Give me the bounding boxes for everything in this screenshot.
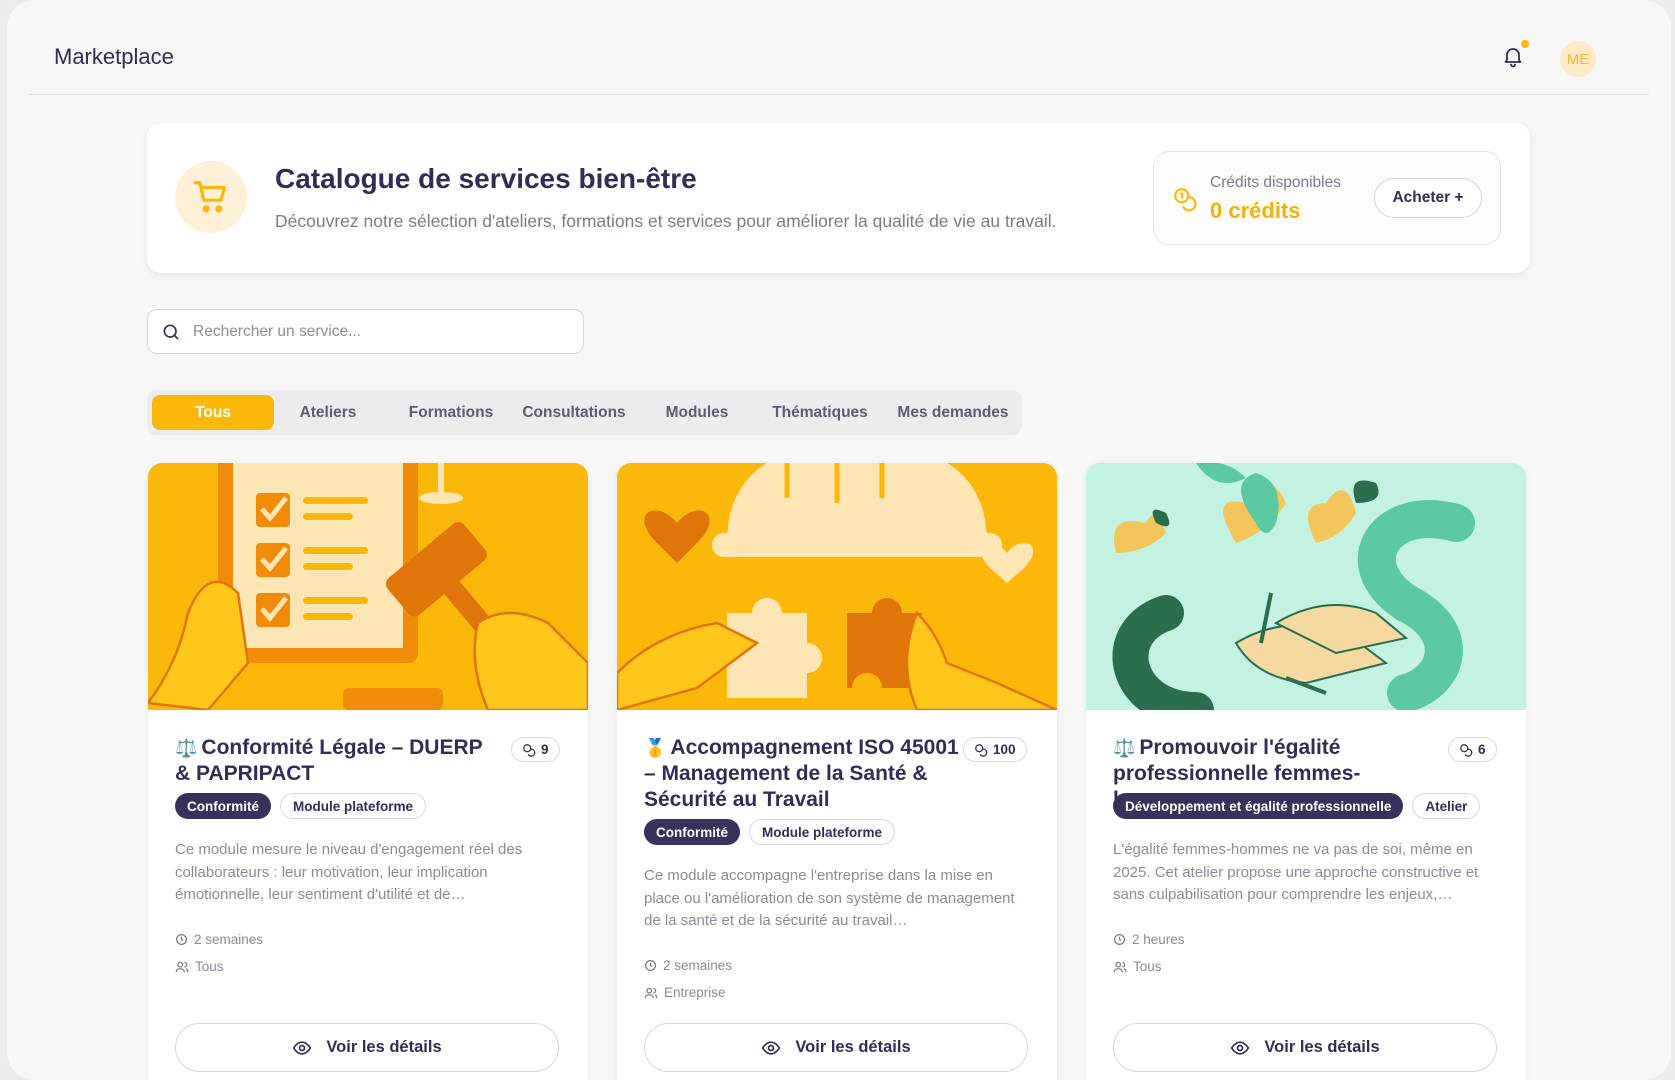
view-details-button[interactable]: Voir les détails xyxy=(175,1023,559,1072)
clock-icon xyxy=(1113,933,1126,946)
eye-icon xyxy=(1231,1040,1250,1055)
card-audience: Tous xyxy=(1113,959,1162,974)
count-value: 6 xyxy=(1478,742,1486,757)
tab-ateliers[interactable]: Ateliers xyxy=(267,395,389,430)
card-audience: Entreprise xyxy=(644,985,726,1000)
count-badge: 6 xyxy=(1448,737,1497,762)
users-icon xyxy=(644,987,658,998)
tag-category: Développement et égalité professionnelle xyxy=(1113,793,1404,819)
catalogue-subtitle: Découvrez notre sélection d'ateliers, fo… xyxy=(275,211,1057,231)
search-input[interactable] xyxy=(193,310,573,353)
coins-icon xyxy=(1460,743,1473,757)
app-window: Marketplace ME Catalogue de services bie… xyxy=(7,0,1671,1080)
card-duration: 2 heures xyxy=(1113,932,1185,947)
card-duration: 2 semaines xyxy=(644,958,732,973)
service-card[interactable]: 🥇 Accompagnement ISO 45001 – Management d… xyxy=(617,463,1057,1080)
service-card[interactable]: ⚖️ Promouvoir l'égalité professionnelle f… xyxy=(1086,463,1526,1080)
card-emoji: ⚖️ xyxy=(175,738,198,758)
duration-text: 2 heures xyxy=(1132,932,1185,947)
audience-text: Tous xyxy=(1133,959,1162,974)
tab-modules[interactable]: Modules xyxy=(636,395,758,430)
tag-category: Conformité xyxy=(644,819,740,845)
category-tabs: Tous Ateliers Formations Consultations M… xyxy=(147,390,1022,435)
tab-consultations[interactable]: Consultations xyxy=(513,395,635,430)
card-title: ⚖️ Conformité Légale – DUERP & PAPRIPACT xyxy=(175,735,493,787)
service-card[interactable]: ⚖️ Conformité Légale – DUERP & PAPRIPACT … xyxy=(148,463,588,1080)
tab-mes-demandes[interactable]: Mes demandes xyxy=(892,395,1014,430)
bell-icon[interactable] xyxy=(1501,44,1525,68)
users-icon xyxy=(1113,961,1127,972)
notification-dot xyxy=(1521,40,1529,48)
catalogue-title: Catalogue de services bien-être xyxy=(275,163,697,194)
credits-panel: Crédits disponibles 0 crédits Acheter + xyxy=(1153,151,1501,245)
card-illustration xyxy=(617,463,1057,710)
card-emoji: ⚖️ xyxy=(1113,738,1136,758)
clock-icon xyxy=(175,933,188,946)
credits-label: Crédits disponibles xyxy=(1210,174,1341,191)
users-icon xyxy=(175,961,189,972)
card-title-text: Conformité Légale – DUERP & PAPRIPACT xyxy=(175,736,483,785)
view-details-button[interactable]: Voir les détails xyxy=(1113,1023,1497,1072)
avatar[interactable]: ME xyxy=(1560,41,1596,77)
coins-icon xyxy=(523,743,536,757)
tag-type: Module plateforme xyxy=(280,793,427,819)
card-tags: Conformité Module plateforme xyxy=(175,793,427,819)
coins-icon xyxy=(975,743,988,757)
catalogue-hero: Catalogue de services bien-être Découvre… xyxy=(147,123,1530,273)
credits-value: 0 crédits xyxy=(1210,198,1301,223)
clock-icon xyxy=(644,959,657,972)
cart-icon xyxy=(175,161,247,233)
count-value: 100 xyxy=(993,742,1016,757)
card-illustration xyxy=(148,463,588,710)
card-audience: Tous xyxy=(175,959,224,974)
count-badge: 100 xyxy=(963,737,1027,762)
view-details-label: Voir les détails xyxy=(326,1038,442,1056)
tab-thematiques[interactable]: Thématiques xyxy=(759,395,881,430)
card-tags: Développement et égalité professionnelle… xyxy=(1113,793,1481,819)
count-badge: 9 xyxy=(511,737,560,762)
audience-text: Tous xyxy=(195,959,224,974)
card-description: Ce module mesure le niveau d'engagement … xyxy=(175,841,523,903)
coins-icon xyxy=(1174,188,1197,212)
card-title-text: Accompagnement ISO 45001 – Management de… xyxy=(644,736,959,811)
buy-credits-button[interactable]: Acheter + xyxy=(1374,178,1482,218)
tab-tous[interactable]: Tous xyxy=(152,395,274,430)
card-description: L'égalité femmes-hommes ne va pas de soi… xyxy=(1113,841,1479,903)
view-details-label: Voir les détails xyxy=(1264,1038,1380,1056)
audience-text: Entreprise xyxy=(664,985,726,1000)
card-title: 🥇 Accompagnement ISO 45001 – Management d… xyxy=(644,735,962,813)
tag-category: Conformité xyxy=(175,793,271,819)
eye-icon xyxy=(762,1040,781,1055)
search-bar xyxy=(147,309,584,354)
tab-formations[interactable]: Formations xyxy=(390,395,512,430)
card-duration: 2 semaines xyxy=(175,932,263,947)
card-tags: Conformité Module plateforme xyxy=(644,819,896,845)
page-title: Marketplace xyxy=(54,44,174,69)
duration-text: 2 semaines xyxy=(194,932,264,947)
top-bar: Marketplace xyxy=(29,0,1649,95)
tag-type: Module plateforme xyxy=(749,819,896,845)
card-description: Ce module accompagne l'entreprise dans l… xyxy=(644,867,1015,929)
tag-type: Atelier xyxy=(1412,793,1481,819)
duration-text: 2 semaines xyxy=(663,958,733,973)
count-value: 9 xyxy=(541,742,549,757)
view-details-label: Voir les détails xyxy=(795,1038,911,1056)
card-emoji: 🥇 xyxy=(644,738,667,758)
eye-icon xyxy=(293,1040,312,1055)
view-details-button[interactable]: Voir les détails xyxy=(644,1023,1028,1072)
search-icon xyxy=(163,324,179,340)
card-illustration xyxy=(1086,463,1526,710)
